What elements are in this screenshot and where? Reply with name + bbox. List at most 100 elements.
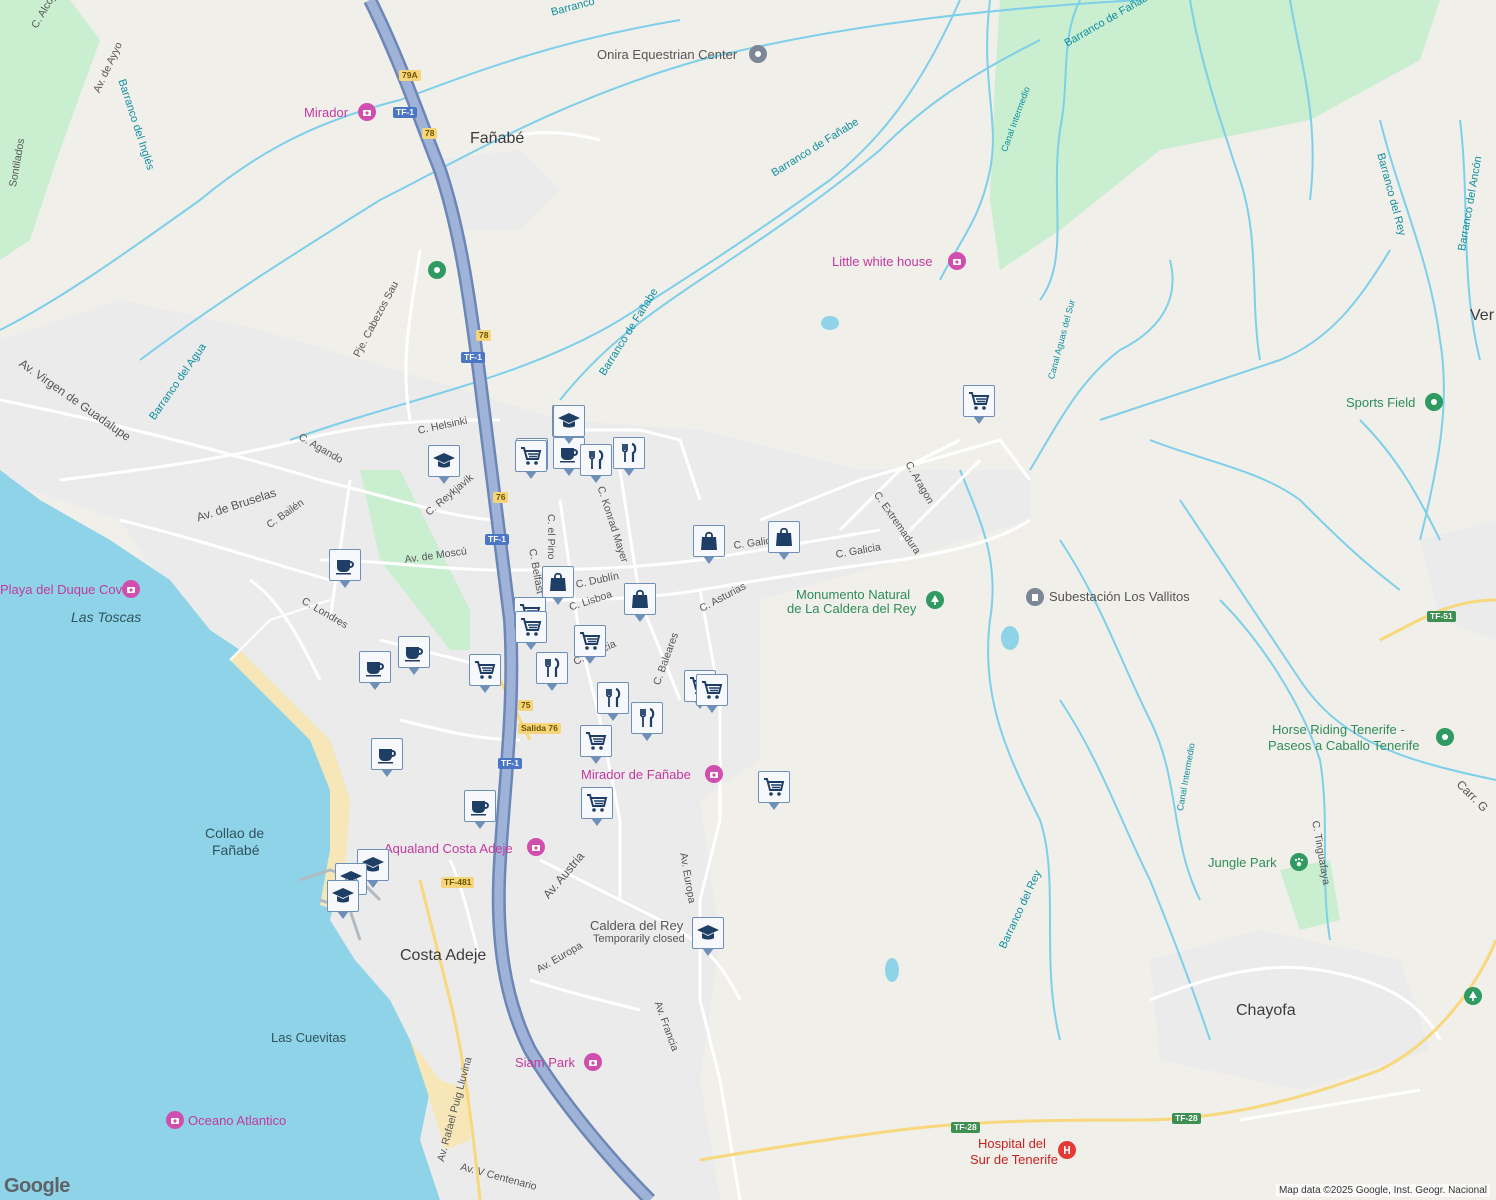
restaurant-icon [622, 442, 637, 462]
pin-icon[interactable] [749, 45, 767, 63]
coffee-cup-icon [366, 662, 384, 677]
road-number-shield: 78 [422, 128, 438, 140]
poi-hospital-del[interactable]: Hospital del [978, 1137, 1046, 1150]
place-fanabe: Fañabé [470, 130, 525, 147]
poi-marker[interactable] [428, 445, 460, 484]
camera-icon[interactable] [122, 580, 140, 598]
cart-icon [764, 778, 785, 796]
place-costa-adeje: Costa Adeje [400, 947, 487, 964]
poi-caldera-del-rey[interactable]: Caldera del Rey [590, 919, 683, 932]
road-number-shield: TF-481 [441, 877, 475, 889]
poi-marker[interactable] [580, 725, 612, 764]
poi-marker[interactable] [581, 787, 613, 826]
poi-marker[interactable] [768, 521, 800, 560]
road-number-shield: TF-1 [485, 534, 509, 546]
place-las-toscas: Las Toscas [71, 609, 142, 625]
road-number-shield: 76 [493, 492, 509, 504]
poi-jungle-park[interactable]: Jungle Park [1208, 856, 1277, 869]
restaurant-icon [589, 449, 604, 469]
poi-paseos-a-caballo[interactable]: Paseos a Caballo Tenerife [1268, 739, 1420, 752]
poi-horse-riding[interactable]: Horse Riding Tenerife - [1272, 723, 1405, 736]
road-number-shield: TF-1 [461, 352, 485, 364]
poi-marker[interactable] [515, 611, 547, 650]
poi-mirador-de-fanabe[interactable]: Mirador de Fañabe [581, 768, 691, 781]
poi-marker[interactable] [469, 654, 501, 693]
camera-icon[interactable] [584, 1053, 602, 1071]
building-icon[interactable] [1026, 588, 1044, 606]
poi-oceano-atlantico[interactable]: Oceano Atlantico [188, 1114, 286, 1127]
poi-marker[interactable] [542, 566, 574, 605]
poi-marker[interactable] [597, 682, 629, 721]
poi-mirador[interactable]: Mirador [304, 106, 348, 119]
poi-marker[interactable] [327, 880, 359, 919]
restaurant-icon [640, 707, 655, 727]
coffee-cup-icon [378, 749, 396, 764]
coffee-cup-icon [560, 448, 578, 463]
coffee-cup-icon [405, 647, 423, 662]
poi-marker[interactable] [580, 444, 612, 483]
poi-marker[interactable] [696, 674, 728, 713]
map-base-layer [0, 0, 1496, 1200]
poi-marker[interactable] [553, 405, 585, 444]
poi-marker[interactable] [398, 636, 430, 675]
road-number-shield: TF-51 [1427, 611, 1456, 623]
paw-icon[interactable] [1290, 853, 1308, 871]
road-number-shield: 75 [518, 700, 534, 712]
poi-marker[interactable] [692, 917, 724, 956]
poi-monumento-natural[interactable]: Monumento Natural [796, 588, 910, 601]
pin-icon[interactable] [428, 261, 446, 279]
poi-little-white-house[interactable]: Little white house [832, 255, 932, 268]
poi-marker[interactable] [758, 771, 790, 810]
poi-onira-equestrian-center[interactable]: Onira Equestrian Center [597, 48, 737, 61]
poi-marker[interactable] [574, 625, 606, 664]
hospital-icon[interactable] [1058, 1141, 1076, 1159]
camera-icon[interactable] [527, 838, 545, 856]
tree-icon[interactable] [1464, 987, 1482, 1005]
cart-icon [580, 632, 601, 650]
poi-playa-del-duque-cove[interactable]: Playa del Duque Cove [0, 583, 129, 596]
poi-marker[interactable] [693, 525, 725, 564]
coffee-cup-icon [336, 560, 354, 575]
pin-icon[interactable] [1436, 728, 1454, 746]
poi-marker[interactable] [631, 702, 663, 741]
map-attribution[interactable]: Map data ©2025 Google, Inst. Geogr. Naci… [1275, 1184, 1490, 1197]
poi-marker[interactable] [515, 440, 547, 479]
camera-icon[interactable] [166, 1111, 184, 1129]
shopping-bag-icon [632, 589, 648, 608]
cart-icon [521, 447, 542, 465]
poi-marker[interactable] [359, 651, 391, 690]
cart-icon [521, 618, 542, 636]
poi-subestacion-los-vallitos[interactable]: Subestación Los Vallitos [1049, 590, 1190, 603]
cart-icon [475, 661, 496, 679]
poi-marker[interactable] [464, 790, 496, 829]
camera-icon[interactable] [705, 765, 723, 783]
cart-icon [587, 794, 608, 812]
coffee-cup-icon [471, 801, 489, 816]
poi-aqualand[interactable]: Aqualand Costa Adeje [384, 842, 513, 855]
graduation-cap-icon [433, 453, 455, 468]
poi-marker[interactable] [963, 385, 995, 424]
cart-icon [702, 681, 723, 699]
place-chayofa: Chayofa [1236, 1002, 1296, 1019]
place-collao-de: Collao de [205, 825, 265, 841]
poi-caldera-del-rey-monument[interactable]: de La Caldera del Rey [787, 602, 916, 615]
poi-siam-park[interactable]: Siam Park [515, 1056, 575, 1069]
shopping-bag-icon [550, 572, 566, 591]
place-las-cuevitas: Las Cuevitas [271, 1030, 347, 1045]
poi-marker[interactable] [624, 583, 656, 622]
tree-icon[interactable] [926, 591, 944, 609]
pin-icon[interactable] [1425, 393, 1443, 411]
poi-marker[interactable] [329, 549, 361, 588]
restaurant-icon [606, 687, 621, 707]
poi-marker[interactable] [613, 437, 645, 476]
poi-marker[interactable] [536, 652, 568, 691]
camera-icon[interactable] [358, 103, 376, 121]
camera-icon[interactable] [948, 252, 966, 270]
map-canvas[interactable]: Fañabé Las Toscas Costa Adeje Collao de … [0, 0, 1496, 1200]
street-label: C. el Pino [545, 514, 557, 560]
poi-sur-de-tenerife[interactable]: Sur de Tenerife [970, 1153, 1058, 1166]
google-logo: Google [4, 1175, 70, 1197]
cart-icon [586, 732, 607, 750]
poi-marker[interactable] [371, 738, 403, 777]
poi-sports-field[interactable]: Sports Field [1346, 396, 1415, 409]
